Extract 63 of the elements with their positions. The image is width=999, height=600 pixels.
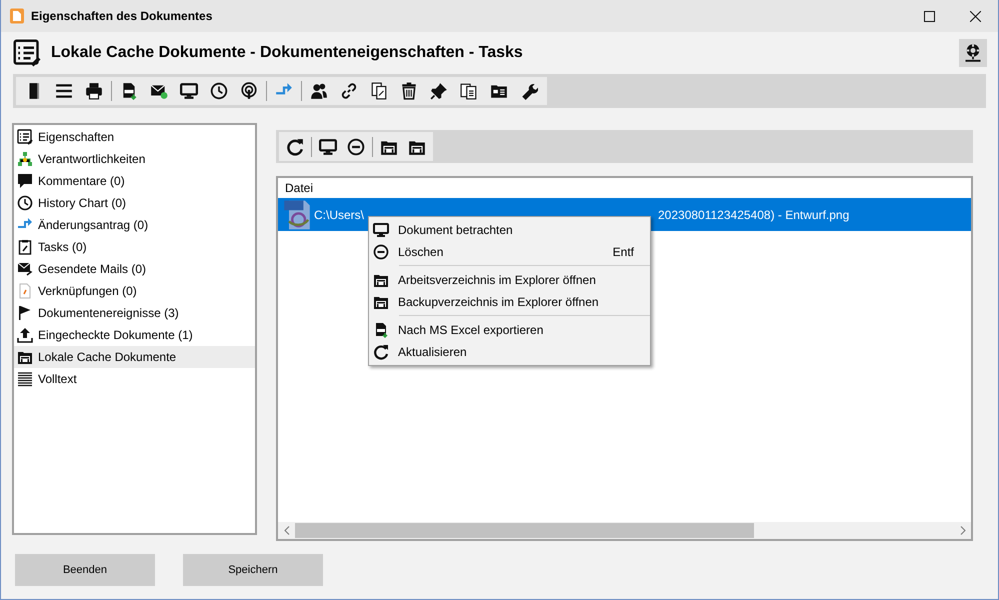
sidebar-item[interactable]: Verantwortlichkeiten bbox=[14, 148, 255, 170]
minus-circle-icon[interactable] bbox=[347, 138, 365, 156]
scroll-thumb[interactable] bbox=[295, 523, 754, 538]
monitor-icon bbox=[373, 222, 389, 238]
menu-item[interactable]: Arbeitsverzeichnis im Explorer öffnen bbox=[369, 269, 650, 291]
refresh-icon[interactable] bbox=[286, 138, 304, 156]
wrench-icon[interactable] bbox=[520, 82, 538, 100]
clock-icon[interactable] bbox=[210, 82, 228, 100]
drawer-icon bbox=[373, 272, 389, 288]
clipboard-icon bbox=[17, 239, 33, 255]
file-path: C:\Users\ bbox=[314, 208, 366, 222]
menu-item[interactable]: Aktualisieren bbox=[369, 341, 650, 363]
link-icon[interactable] bbox=[340, 82, 358, 100]
hierarchy-icon bbox=[17, 151, 33, 167]
sidebar-item[interactable]: Tasks (0) bbox=[14, 236, 255, 258]
quit-button[interactable]: Beenden bbox=[15, 554, 155, 586]
properties-icon bbox=[17, 129, 33, 145]
monitor-icon[interactable] bbox=[180, 82, 198, 100]
users-icon[interactable] bbox=[310, 82, 328, 100]
mail-icon[interactable] bbox=[150, 82, 168, 100]
page-title: Lokale Cache Dokumente - Dokumenteneigenschaften - Tasks bbox=[51, 44, 524, 62]
refresh-icon bbox=[373, 344, 389, 360]
menu-item[interactable]: Löschen Entf bbox=[369, 241, 650, 263]
document-list-icon bbox=[13, 39, 41, 67]
mail-send-icon bbox=[17, 261, 33, 277]
menu-item[interactable]: Backupverzeichnis im Explorer öffnen bbox=[369, 291, 650, 313]
lines-icon bbox=[17, 371, 33, 387]
trash-icon[interactable] bbox=[400, 82, 418, 100]
drawer-icon bbox=[17, 349, 33, 365]
monitor-icon[interactable] bbox=[319, 138, 337, 156]
sidebar-item[interactable]: Dokumentenereignisse (3) bbox=[14, 302, 255, 324]
save-button[interactable]: Speichern bbox=[183, 554, 323, 586]
sidebar-item[interactable]: Kommentare (0) bbox=[14, 170, 255, 192]
image-file-icon bbox=[283, 198, 311, 230]
document-icon bbox=[9, 8, 25, 24]
file-path: 20230801123425408) - Entwurf.png bbox=[658, 208, 850, 222]
flag-icon bbox=[17, 305, 33, 321]
sidebar-item[interactable]: Gesendete Mails (0) bbox=[14, 258, 255, 280]
sidebar-item[interactable]: Eingecheckte Dokumente (1) bbox=[14, 324, 255, 346]
help-icon[interactable] bbox=[959, 39, 987, 67]
drawer-icon bbox=[373, 294, 389, 310]
export-icon bbox=[373, 322, 389, 338]
antenna-icon[interactable] bbox=[240, 82, 258, 100]
sidebar-item[interactable]: Eigenschaften bbox=[14, 126, 255, 148]
pin-icon[interactable] bbox=[430, 82, 448, 100]
clock-icon bbox=[17, 195, 33, 211]
sidebar-item[interactable]: Verknüpfungen (0) bbox=[14, 280, 255, 302]
documents-icon[interactable] bbox=[460, 82, 478, 100]
printer-icon[interactable] bbox=[85, 82, 103, 100]
comment-icon bbox=[17, 173, 33, 189]
sidebar-item[interactable]: History Chart (0) bbox=[14, 192, 255, 214]
column-header[interactable]: Datei bbox=[285, 181, 314, 195]
sidebar-item[interactable]: Volltext bbox=[14, 368, 255, 390]
file-icon bbox=[17, 283, 33, 299]
sidebar-item[interactable]: Lokale Cache Dokumente bbox=[14, 346, 255, 368]
horizontal-scrollbar[interactable] bbox=[278, 522, 971, 539]
upload-icon bbox=[17, 327, 33, 343]
menu-item[interactable]: Nach MS Excel exportieren bbox=[369, 319, 650, 341]
sidebar-item[interactable]: Änderungsantrag (0) bbox=[14, 214, 255, 236]
menu-icon[interactable] bbox=[55, 82, 73, 100]
window-title: Eigenschaften des Dokumentes bbox=[31, 9, 214, 23]
copy-icon[interactable] bbox=[370, 82, 388, 100]
minus-circle-icon bbox=[373, 244, 389, 260]
